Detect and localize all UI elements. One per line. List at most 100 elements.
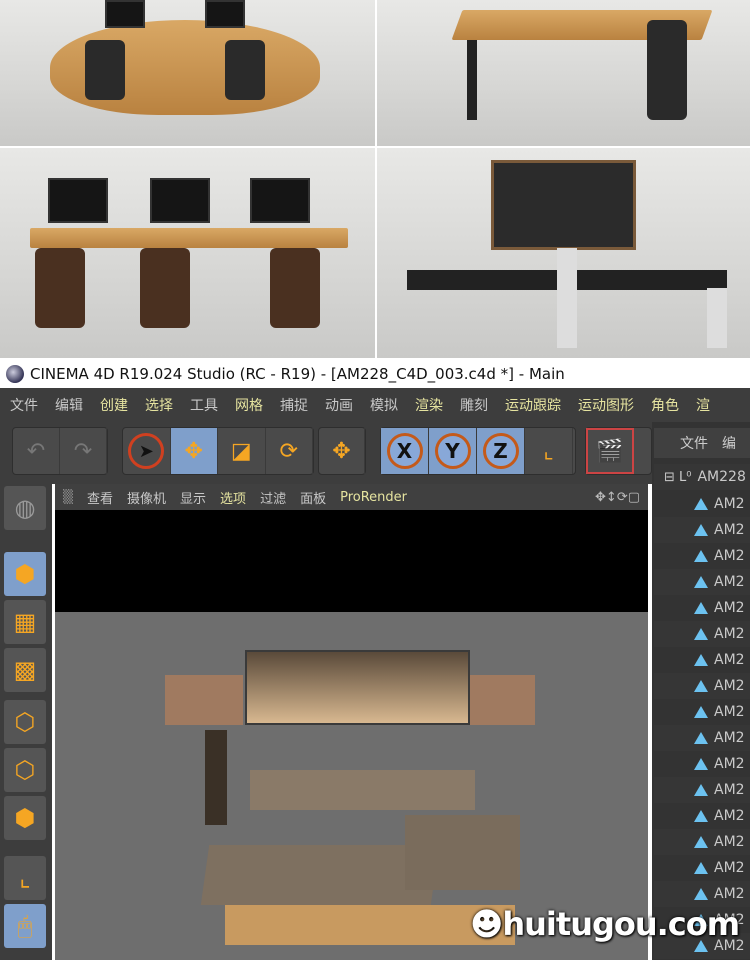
points-mode-button[interactable]: ⬡ bbox=[4, 700, 46, 744]
tree-item[interactable]: AM2 bbox=[654, 647, 750, 673]
menu-snap[interactable]: 捕捉 bbox=[280, 395, 308, 415]
polygons-cube-icon: ⬢ bbox=[14, 804, 36, 832]
tree-item[interactable]: AM2 bbox=[654, 491, 750, 517]
z-axis-icon: Z bbox=[482, 433, 519, 469]
tree-item[interactable]: AM2 bbox=[654, 855, 750, 881]
tree-item-label: AM2 bbox=[714, 808, 745, 824]
tree-item-label: AM2 bbox=[714, 626, 745, 642]
tree-item-label: AM2 bbox=[714, 756, 745, 772]
edges-mode-button[interactable]: ⬡ bbox=[4, 748, 46, 792]
viewport-menu-prorender[interactable]: ProRender bbox=[340, 490, 407, 505]
drag-handle-icon[interactable]: ▒ bbox=[63, 490, 73, 505]
texture-mode-button[interactable]: ▦ bbox=[4, 600, 46, 644]
tree-item[interactable]: AM2 bbox=[654, 777, 750, 803]
viewport-menu-view[interactable]: 查看 bbox=[87, 488, 113, 507]
tree-item-label: AM2 bbox=[714, 782, 745, 798]
tweak-mode-button[interactable]: 🖱 bbox=[4, 904, 46, 948]
x-axis-icon: X bbox=[386, 433, 423, 469]
polygon-object-icon bbox=[694, 550, 708, 562]
polygon-object-icon bbox=[694, 498, 708, 510]
transform-button[interactable]: ✥ bbox=[319, 428, 365, 474]
scale-button[interactable]: ◪ bbox=[218, 428, 266, 474]
tree-item-label: AM2 bbox=[714, 496, 745, 512]
om-menu-file[interactable]: 文件 bbox=[680, 433, 708, 453]
move-button[interactable]: ✥ bbox=[170, 428, 218, 474]
polygon-object-icon bbox=[694, 862, 708, 874]
cursor-icon: ➤ bbox=[128, 433, 165, 469]
globe-icon: ◍ bbox=[14, 494, 36, 522]
polygon-object-icon bbox=[694, 784, 708, 796]
menu-edit[interactable]: 编辑 bbox=[55, 395, 83, 415]
tree-item[interactable]: AM2 bbox=[654, 881, 750, 907]
undo-button[interactable]: ↶ bbox=[13, 428, 60, 474]
mouse-icon: 🖱 bbox=[17, 912, 33, 940]
menu-more[interactable]: 渲 bbox=[696, 395, 710, 415]
viewport-menu-camera[interactable]: 摄像机 bbox=[127, 488, 166, 507]
polygons-mode-button[interactable]: ⬢ bbox=[4, 796, 46, 840]
tree-item[interactable]: AM2 bbox=[654, 517, 750, 543]
photo-round-workstation bbox=[0, 0, 375, 146]
menu-simulate[interactable]: 模拟 bbox=[370, 395, 398, 415]
cinema4d-logo-icon bbox=[6, 365, 24, 383]
y-axis-button[interactable]: Y bbox=[429, 428, 477, 474]
tree-item[interactable]: AM2 bbox=[654, 569, 750, 595]
render-view-button[interactable]: 🎬 bbox=[586, 428, 634, 474]
photo-office-desk bbox=[377, 0, 750, 146]
menu-sculpt[interactable]: 雕刻 bbox=[460, 395, 488, 415]
photo-computer-lab bbox=[0, 148, 375, 358]
rotate-button[interactable]: ⟳ bbox=[266, 428, 313, 474]
tree-item[interactable]: AM2 bbox=[654, 751, 750, 777]
x-axis-button[interactable]: X bbox=[381, 428, 429, 474]
tree-item[interactable]: AM2 bbox=[654, 595, 750, 621]
undo-icon: ↶ bbox=[26, 438, 46, 464]
tree-item-label: AM2 bbox=[714, 704, 745, 720]
viewport-menu-display[interactable]: 显示 bbox=[180, 488, 206, 507]
tree-item-label: AM2 bbox=[714, 548, 745, 564]
polygon-object-icon bbox=[694, 706, 708, 718]
null-object-icon: ⊟ L⁰ bbox=[664, 469, 692, 485]
tree-item[interactable]: AM2 bbox=[654, 543, 750, 569]
live-selection-button[interactable]: ➤ bbox=[123, 428, 171, 474]
mode-toolbar: ◍ ⬢ ▦ ▩ ⬡ ⬡ ⬢ ⌞ 🖱 bbox=[0, 484, 52, 960]
menu-select[interactable]: 选择 bbox=[145, 395, 173, 415]
move-icon: ✥ bbox=[184, 438, 203, 464]
menu-tools[interactable]: 工具 bbox=[190, 395, 218, 415]
tree-item[interactable]: AM2 bbox=[654, 829, 750, 855]
tree-item-label: AM2 bbox=[714, 860, 745, 876]
title-bar: CINEMA 4D R19.024 Studio (RC - R19) - [A… bbox=[0, 360, 750, 388]
tree-item[interactable]: AM2 bbox=[654, 621, 750, 647]
make-editable-button[interactable]: ◍ bbox=[4, 486, 46, 530]
polygon-object-icon bbox=[694, 524, 708, 536]
tree-item[interactable]: AM2 bbox=[654, 803, 750, 829]
polygon-object-icon bbox=[694, 576, 708, 588]
redo-button[interactable]: ↷ bbox=[60, 428, 107, 474]
workplane-mode-button[interactable]: ▩ bbox=[4, 648, 46, 692]
tree-item-label: AM2 bbox=[714, 886, 745, 902]
tree-item[interactable]: AM2 bbox=[654, 699, 750, 725]
tree-root-item[interactable]: ⊟ L⁰ AM228 bbox=[654, 464, 750, 490]
viewport-menu-filter[interactable]: 过滤 bbox=[260, 488, 286, 507]
polygon-object-icon bbox=[694, 836, 708, 848]
menu-create[interactable]: 创建 bbox=[100, 395, 128, 415]
3d-viewport[interactable] bbox=[55, 510, 648, 960]
menu-character[interactable]: 角色 bbox=[651, 395, 679, 415]
tree-item[interactable]: AM2 bbox=[654, 673, 750, 699]
viewport-menu-options[interactable]: 选项 bbox=[220, 488, 246, 507]
menu-render[interactable]: 渲染 bbox=[415, 395, 443, 415]
object-manager: 文件 编 ⊟ L⁰ AM228 AM2 AM2 AM2 AM2 AM2 AM2 AM2 AM2… bbox=[652, 422, 750, 960]
menu-motion-tracker[interactable]: 运动跟踪 bbox=[505, 395, 561, 415]
menu-file[interactable]: 文件 bbox=[10, 395, 38, 415]
viewport-nav-icons[interactable]: ✥↕⟳▢ bbox=[595, 490, 640, 505]
tree-item[interactable]: AM2 bbox=[654, 725, 750, 751]
axis-mode-button[interactable]: ⌞ bbox=[4, 856, 46, 900]
window-title: CINEMA 4D R19.024 Studio (RC - R19) - [A… bbox=[30, 365, 565, 383]
om-menu-edit[interactable]: 编 bbox=[722, 433, 736, 453]
menu-mesh[interactable]: 网格 bbox=[235, 395, 263, 415]
scale-icon: ◪ bbox=[230, 438, 252, 464]
viewport-menu-panel[interactable]: 面板 bbox=[300, 488, 326, 507]
menu-mograph[interactable]: 运动图形 bbox=[578, 395, 634, 415]
model-mode-button[interactable]: ⬢ bbox=[4, 552, 46, 596]
menu-animate[interactable]: 动画 bbox=[325, 395, 353, 415]
coordinate-system-button[interactable]: ⌞ bbox=[525, 428, 573, 474]
z-axis-button[interactable]: Z bbox=[477, 428, 525, 474]
